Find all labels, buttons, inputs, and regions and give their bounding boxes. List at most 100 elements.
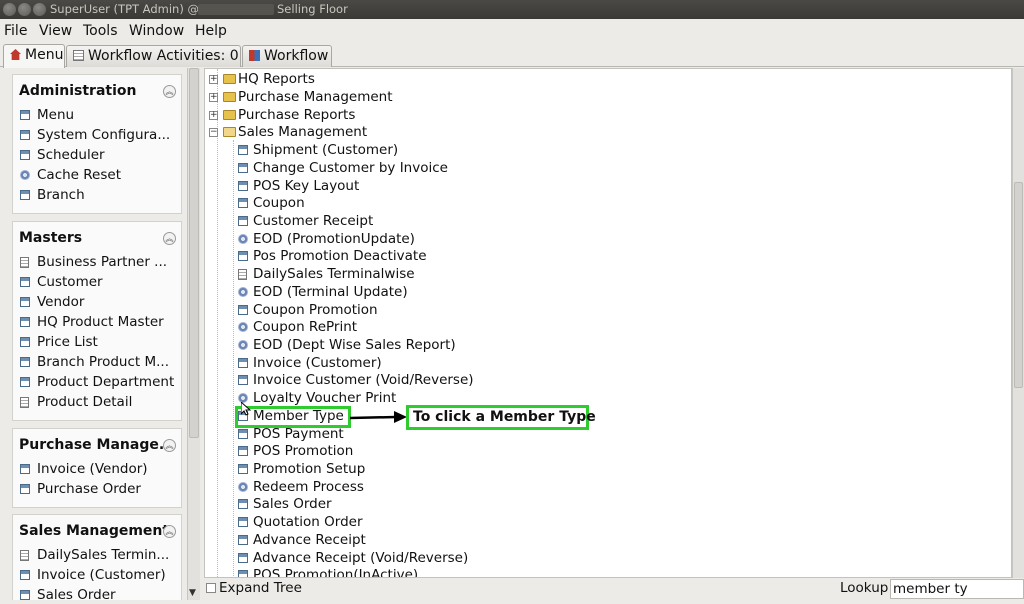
menu-item-product-detail[interactable]: Product Detail <box>13 392 181 412</box>
menu-bar: File View Tools Window Help <box>0 19 1024 43</box>
folder-icon <box>223 74 236 84</box>
menu-help[interactable]: Help <box>195 23 227 39</box>
menu-item-customer[interactable]: Customer <box>13 272 181 292</box>
expand-icon[interactable]: + <box>209 111 218 120</box>
lookup-label: Lookup <box>840 580 889 596</box>
menu-file[interactable]: File <box>4 23 27 39</box>
window-icon <box>20 130 30 140</box>
tree-item-advance-receipt-void-reverse[interactable]: Advance Receipt (Void/Reverse) <box>238 549 468 567</box>
tree-item-redeem-process[interactable]: Redeem Process <box>238 478 364 496</box>
minimize-window-button[interactable] <box>18 3 31 16</box>
document-icon <box>20 257 29 268</box>
tree-item-loyalty-voucher-print[interactable]: Loyalty Voucher Print <box>238 389 396 407</box>
tree-folder-hq-reports[interactable]: + HQ Reports <box>209 70 315 88</box>
tree-folder-purchase-reports[interactable]: + Purchase Reports <box>209 106 355 124</box>
close-window-button[interactable] <box>3 3 16 16</box>
expand-icon[interactable]: + <box>209 75 218 84</box>
window-icon <box>20 357 30 367</box>
menu-item-purchase-order[interactable]: Purchase Order <box>13 479 181 499</box>
menu-item-scheduler[interactable]: Scheduler <box>13 145 181 165</box>
menu-item-vendor[interactable]: Vendor <box>13 292 181 312</box>
tree-item-pos-promotion[interactable]: POS Promotion <box>238 442 353 460</box>
lookup-input[interactable] <box>890 579 1024 599</box>
tab-menu[interactable]: Menu <box>3 44 65 68</box>
tree-scrollbar[interactable] <box>1012 68 1024 578</box>
maximize-window-button[interactable] <box>33 3 46 16</box>
tree-item-advance-receipt[interactable]: Advance Receipt <box>238 531 366 549</box>
tab-workflow-activities[interactable]: Workflow Activities: 0 <box>66 45 241 67</box>
menu-item-dailysales-terminalwise[interactable]: DailySales Termin... <box>13 545 181 565</box>
window-icon <box>238 181 248 191</box>
menu-tools[interactable]: Tools <box>83 23 118 39</box>
window-icon <box>20 317 30 327</box>
tree-item-pos-promotion-deactivate[interactable]: Pos Promotion Deactivate <box>238 247 427 265</box>
mouse-cursor-icon <box>241 402 251 416</box>
tab-workflow[interactable]: Workflow <box>242 45 332 67</box>
tree-item-shipment-customer[interactable]: Shipment (Customer) <box>238 141 398 159</box>
menu-item-branch-product-master[interactable]: Branch Product M... <box>13 352 181 372</box>
tree-item-promotion-setup[interactable]: Promotion Setup <box>238 460 365 478</box>
menu-item-cache-reset[interactable]: Cache Reset <box>13 165 181 185</box>
collapse-icon[interactable]: ︽ <box>163 525 176 538</box>
menu-item-invoice-vendor[interactable]: Invoice (Vendor) <box>13 459 181 479</box>
tree-item-eod-terminal-update[interactable]: EOD (Terminal Update) <box>238 283 408 301</box>
collapse-icon[interactable]: ︽ <box>163 85 176 98</box>
tree-item-invoice-customer-void-reverse[interactable]: Invoice Customer (Void/Reverse) <box>238 371 474 389</box>
menu-item-system-configuration[interactable]: System Configura... <box>13 125 181 145</box>
scrollbar-thumb[interactable] <box>1014 182 1023 388</box>
tree-item-customer-receipt[interactable]: Customer Receipt <box>238 212 373 230</box>
menu-tree: + HQ Reports + Purchase Management + Pur… <box>204 68 1012 578</box>
menu-item-invoice-customer[interactable]: Invoice (Customer) <box>13 565 181 585</box>
window-icon <box>238 517 248 527</box>
collapse-icon[interactable]: − <box>209 128 218 137</box>
group-title: Purchase Manage... <box>19 437 175 453</box>
group-header[interactable]: Sales Management ︽ <box>13 515 181 545</box>
folder-icon <box>223 110 236 120</box>
document-icon <box>20 550 29 561</box>
tree-item-pos-promotion-inactive[interactable]: POS Promotion(InActive) <box>238 566 418 577</box>
window-icon <box>238 429 248 439</box>
group-header[interactable]: Administration ︽ <box>13 75 181 105</box>
left-panel-scrollbar[interactable]: ▼ <box>187 68 200 600</box>
redacted-host <box>198 4 274 15</box>
window-icon <box>238 464 248 474</box>
menu-item-branch[interactable]: Branch <box>13 185 181 205</box>
scrollbar-thumb[interactable] <box>189 68 199 438</box>
group-masters: Masters ︽ Business Partner ... Customer … <box>12 221 182 421</box>
expand-icon[interactable]: + <box>209 93 218 102</box>
group-purchase-management: Purchase Manage... ︽ Invoice (Vendor) Pu… <box>12 428 182 508</box>
scroll-down-icon[interactable]: ▼ <box>189 588 196 598</box>
menu-item-hq-product-master[interactable]: HQ Product Master <box>13 312 181 332</box>
menu-item-product-department[interactable]: Product Department <box>13 372 181 392</box>
tree-item-eod-promotionupdate[interactable]: EOD (PromotionUpdate) <box>238 230 415 248</box>
menu-item-price-list[interactable]: Price List <box>13 332 181 352</box>
menu-item-sales-order[interactable]: Sales Order <box>13 585 181 600</box>
menu-view[interactable]: View <box>39 23 72 39</box>
tree-item-coupon-reprint[interactable]: Coupon RePrint <box>238 318 357 336</box>
tree-item-eod-dept-wise-sales-report[interactable]: EOD (Dept Wise Sales Report) <box>238 336 456 354</box>
tree-item-coupon-promotion[interactable]: Coupon Promotion <box>238 301 378 319</box>
tree-item-quotation-order[interactable]: Quotation Order <box>238 513 363 531</box>
tree-item-coupon[interactable]: Coupon <box>238 194 305 212</box>
expand-tree-checkbox[interactable] <box>206 583 216 593</box>
tree-folder-purchase-management[interactable]: + Purchase Management <box>209 88 393 106</box>
menu-item-business-partner[interactable]: Business Partner ... <box>13 252 181 272</box>
folder-icon <box>223 92 236 102</box>
menu-item-menu[interactable]: Menu <box>13 105 181 125</box>
window-icon <box>238 163 248 173</box>
tree-folder-sales-management[interactable]: − Sales Management <box>209 123 367 141</box>
tree-guide-line <box>217 69 218 577</box>
menu-window[interactable]: Window <box>129 23 184 39</box>
window-titlebar: SuperUser (TPT Admin) @ Selling Floor <box>0 0 1024 19</box>
tree-item-change-customer-by-invoice[interactable]: Change Customer by Invoice <box>238 159 448 177</box>
group-header[interactable]: Masters ︽ <box>13 222 181 252</box>
collapse-icon[interactable]: ︽ <box>163 439 176 452</box>
group-header[interactable]: Purchase Manage... ︽ <box>13 429 181 459</box>
tree-item-pos-key-layout[interactable]: POS Key Layout <box>238 177 359 195</box>
tree-item-dailysales-terminalwise[interactable]: DailySales Terminalwise <box>238 265 415 283</box>
collapse-icon[interactable]: ︽ <box>163 232 176 245</box>
tree-item-invoice-customer[interactable]: Invoice (Customer) <box>238 354 382 372</box>
document-icon <box>20 397 29 408</box>
arrow-icon <box>350 411 407 423</box>
tree-item-sales-order[interactable]: Sales Order <box>238 495 332 513</box>
